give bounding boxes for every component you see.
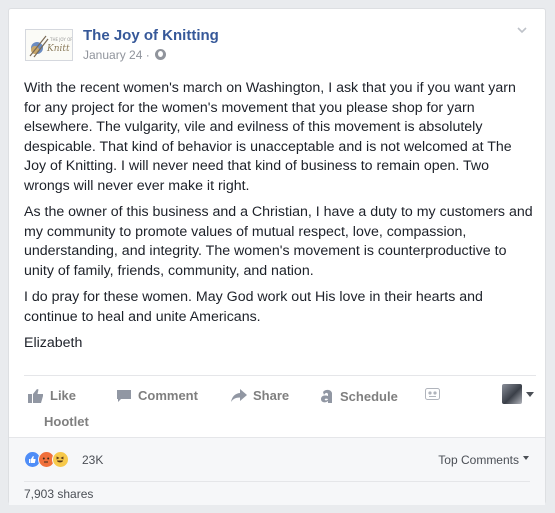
comment-icon: [117, 389, 131, 402]
hootlet-label[interactable]: Hootlet: [44, 414, 89, 429]
schedule-icon: [321, 389, 332, 403]
post-paragraph: As the owner of this business and a Chri…: [24, 204, 533, 279]
thumbs-up-icon: [28, 389, 43, 403]
page-name-link[interactable]: The Joy of Knitting: [83, 27, 219, 44]
page-logo[interactable]: Knitt THE JOY OF: [25, 29, 73, 61]
share-button[interactable]: Share: [231, 388, 289, 403]
hootlet-button[interactable]: [425, 388, 440, 400]
shares-count-link[interactable]: 7,903 shares: [24, 487, 93, 501]
share-arrow-icon: [231, 389, 247, 402]
reactions-bar: 23K Top Comments: [9, 437, 545, 481]
like-button[interactable]: Like: [28, 388, 76, 403]
hootlet-icon: [425, 388, 440, 400]
top-comments-label: Top Comments: [438, 453, 519, 467]
avatar: [502, 384, 522, 404]
haha-reaction-icon: [52, 451, 69, 468]
globe-icon: [155, 49, 167, 60]
schedule-button[interactable]: Schedule: [320, 388, 398, 404]
post-as-avatar-selector[interactable]: [502, 384, 534, 404]
like-label: Like: [50, 388, 77, 403]
svg-text:THE JOY OF: THE JOY OF: [49, 37, 73, 42]
divider: [24, 481, 530, 482]
caret-down-icon: [523, 456, 529, 460]
top-comments-dropdown[interactable]: Top Comments: [438, 453, 529, 467]
post-body: With the recent women's march on Washing…: [24, 79, 536, 361]
shares-bar: 7,903 shares: [9, 481, 545, 505]
post-timestamp[interactable]: January 24 ·: [83, 48, 167, 62]
facebook-post-card: Knitt THE JOY OF The Joy of Knitting Jan…: [8, 8, 546, 505]
share-label: Share: [253, 388, 290, 403]
comment-label: Comment: [138, 388, 198, 403]
caret-down-icon: [526, 391, 534, 397]
svg-text:Knitt: Knitt: [46, 44, 70, 54]
post-date[interactable]: January 24 ·: [83, 48, 153, 62]
schedule-label: Schedule: [340, 388, 398, 404]
chevron-down-icon[interactable]: [517, 25, 527, 35]
post-paragraph: With the recent women's march on Washing…: [24, 80, 516, 194]
reaction-count[interactable]: 23K: [82, 453, 103, 467]
reaction-icons[interactable]: [24, 451, 69, 468]
post-actions-bar: Like Comment Share Schedule Hootlet: [24, 375, 536, 431]
post-signature: Elizabeth: [24, 335, 83, 351]
comment-button[interactable]: Comment: [116, 388, 198, 403]
post-header: Knitt THE JOY OF The Joy of Knitting Jan…: [25, 23, 529, 67]
knitting-logo-icon: Knitt THE JOY OF: [29, 35, 73, 58]
post-paragraph: I do pray for these women. May God work …: [24, 289, 483, 325]
